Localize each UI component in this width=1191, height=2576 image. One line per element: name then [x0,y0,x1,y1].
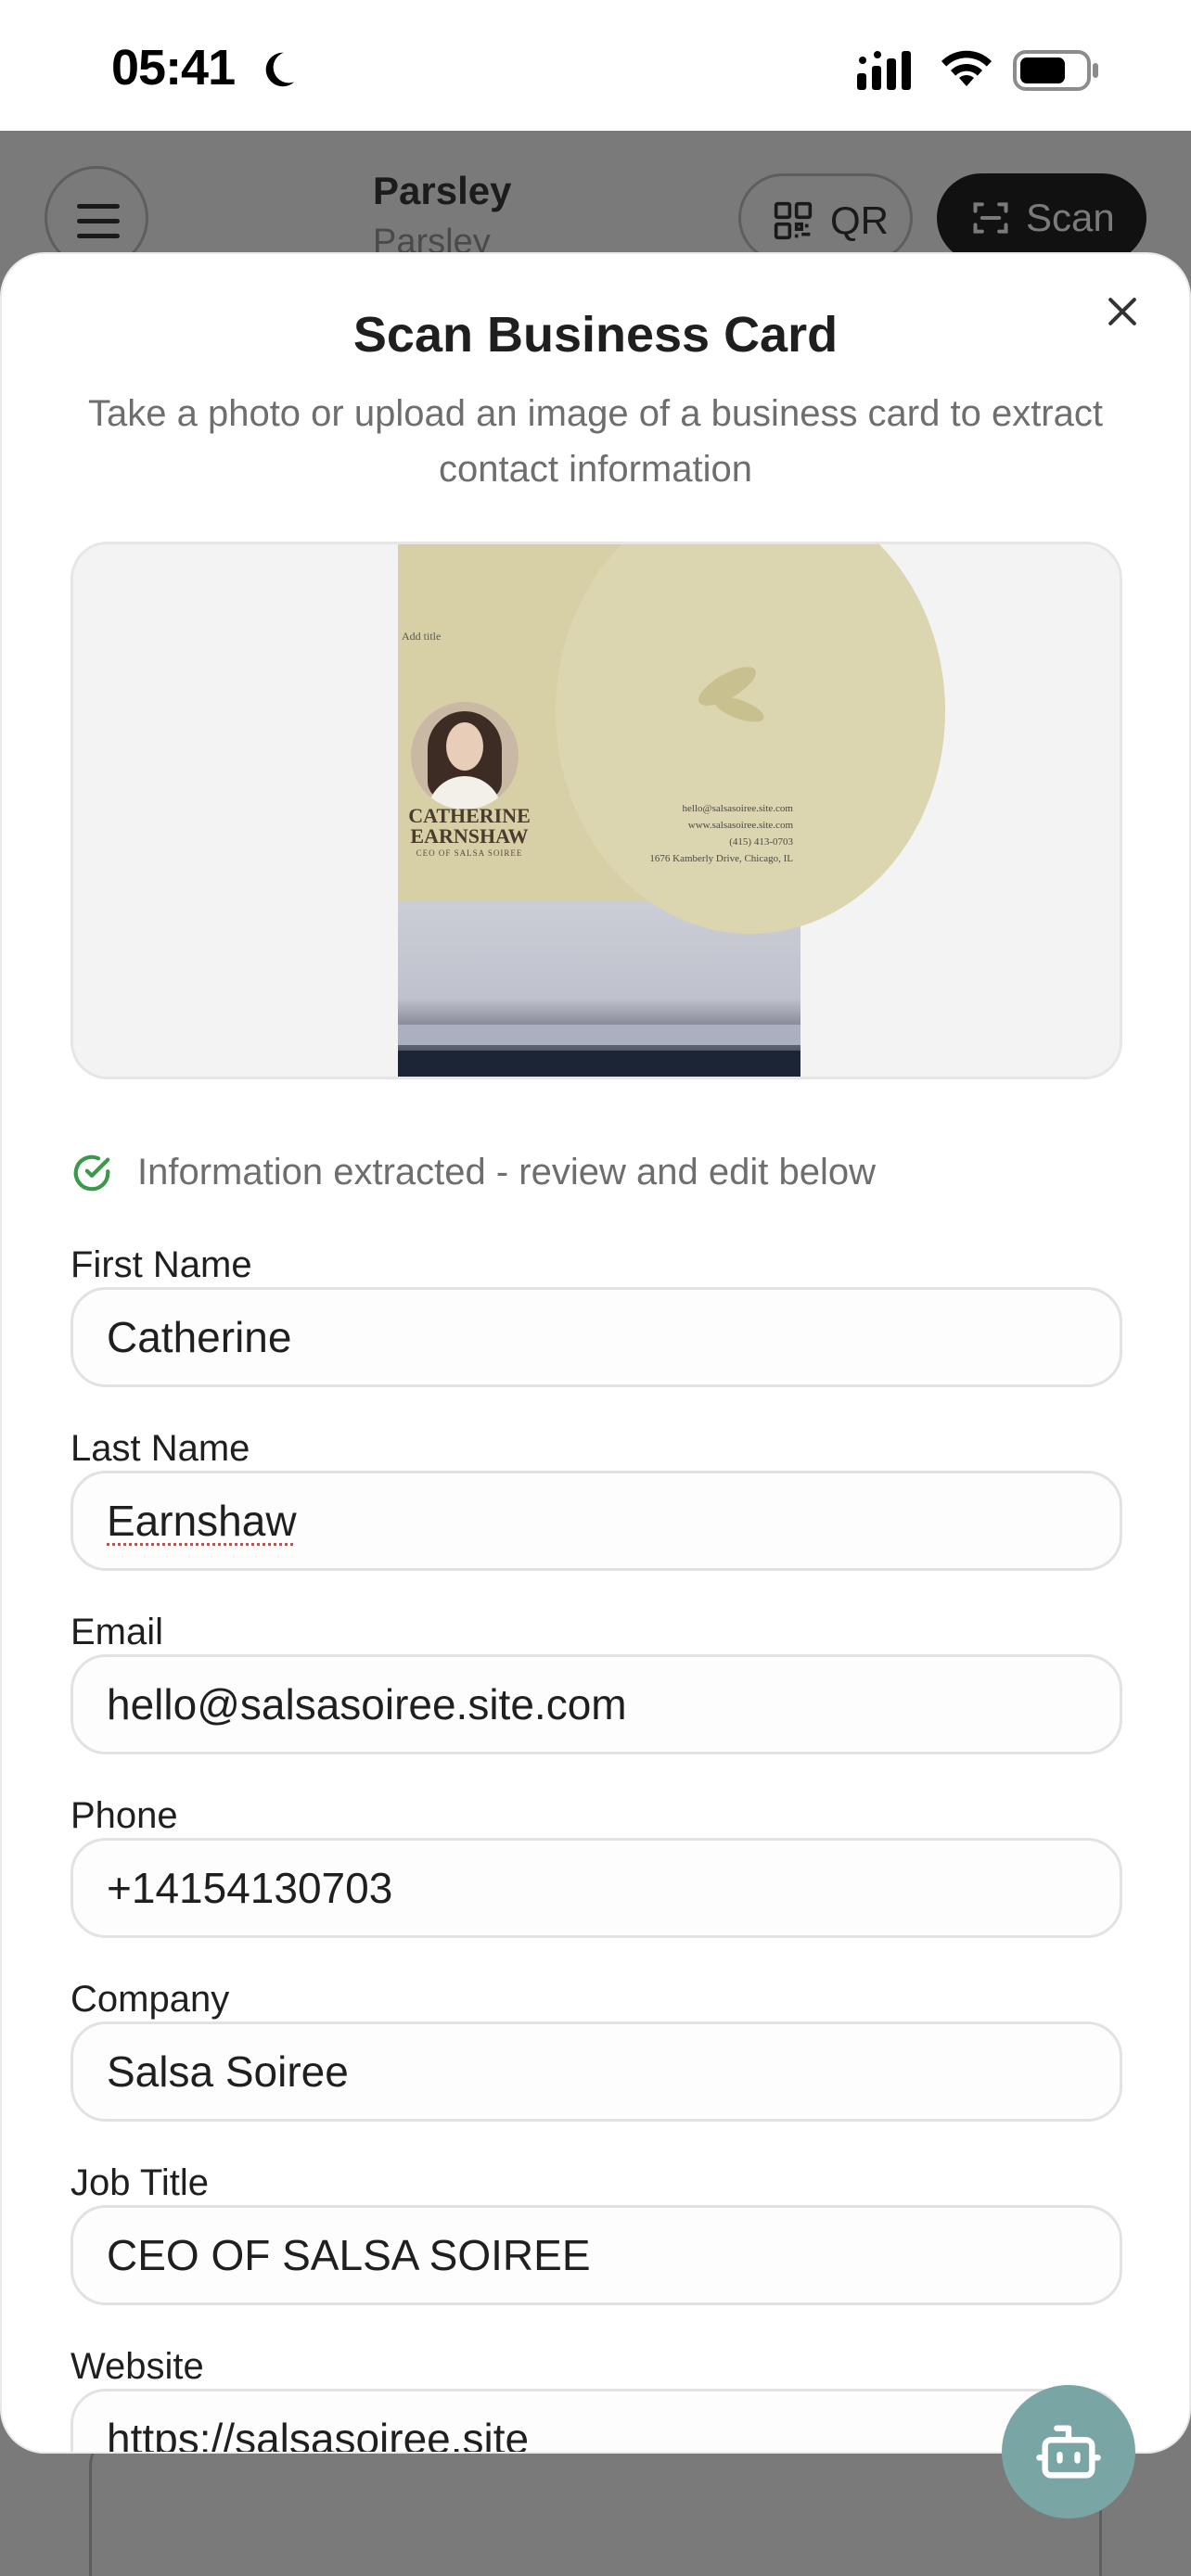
email-input[interactable] [70,1654,1122,1754]
modal-description: Take a photo or upload an image of a bus… [87,393,1103,490]
assistant-fab-button[interactable] [1002,2385,1135,2519]
status-bar: 05:41 [0,0,1191,131]
card-name: CATHERINE EARNSHAW [408,804,531,848]
battery-icon [1013,50,1098,91]
card-role: CEO OF SALSA SOIREE [416,848,523,858]
last-name-input[interactable]: Earnshaw [70,1471,1122,1571]
website-label: Website [70,2346,204,2387]
scan-frame-icon [973,202,1008,234]
scan-button[interactable]: Scan [937,173,1146,262]
card-address: 1676 Kamberly Drive, Chicago, IL [649,853,793,864]
scan-button-label: Scan [1026,196,1115,239]
status-time: 05:41 [111,40,236,96]
business-card-photo: Add title CATHERINE EARNSHAW CEO OF SALS… [398,544,945,1077]
qr-button-label: QR [830,198,889,242]
email-label: Email [70,1612,164,1652]
card-portrait [411,702,519,810]
card-email: hello@salsasoiree.site.com [682,803,794,814]
company-input[interactable] [70,2021,1122,2122]
company-label: Company [70,1979,230,2020]
phone-input[interactable] [70,1838,1122,1938]
moon-icon [265,52,295,87]
card-contact-lines: hello@salsasoiree.site.com www.salsasoir… [593,800,793,867]
qr-code-icon [774,201,813,240]
extract-status-text: Information extracted - review and edit … [137,1152,876,1192]
card-website: www.salsasoiree.site.com [687,820,793,831]
website-input[interactable] [70,2389,1122,2452]
cellular-signal-icon [857,51,911,90]
qr-button[interactable]: QR [738,173,913,262]
first-name-input[interactable] [70,1287,1122,1387]
wifi-icon [941,50,992,86]
check-circle-icon [73,1154,110,1192]
first-name-label: First Name [70,1244,252,1285]
last-name-label: Last Name [70,1428,250,1469]
scan-business-card-modal: Scan Business Card Take a photo or uploa… [2,254,1189,2452]
business-card: Add title CATHERINE EARNSHAW CEO OF SALS… [398,544,945,934]
card-phone: (415) 413-0703 [729,836,793,848]
last-name-value: Earnshaw [107,1497,297,1545]
phone-label: Phone [70,1795,178,1836]
card-top-label: Add title [402,630,442,643]
modal-title: Scan Business Card [352,307,839,363]
card-image-preview[interactable]: Add title CATHERINE EARNSHAW CEO OF SALS… [70,542,1122,1079]
app-title: Parsley [373,169,512,212]
job-title-label: Job Title [70,2162,209,2203]
robot-icon [1036,2425,1101,2479]
job-title-input[interactable] [70,2205,1122,2305]
